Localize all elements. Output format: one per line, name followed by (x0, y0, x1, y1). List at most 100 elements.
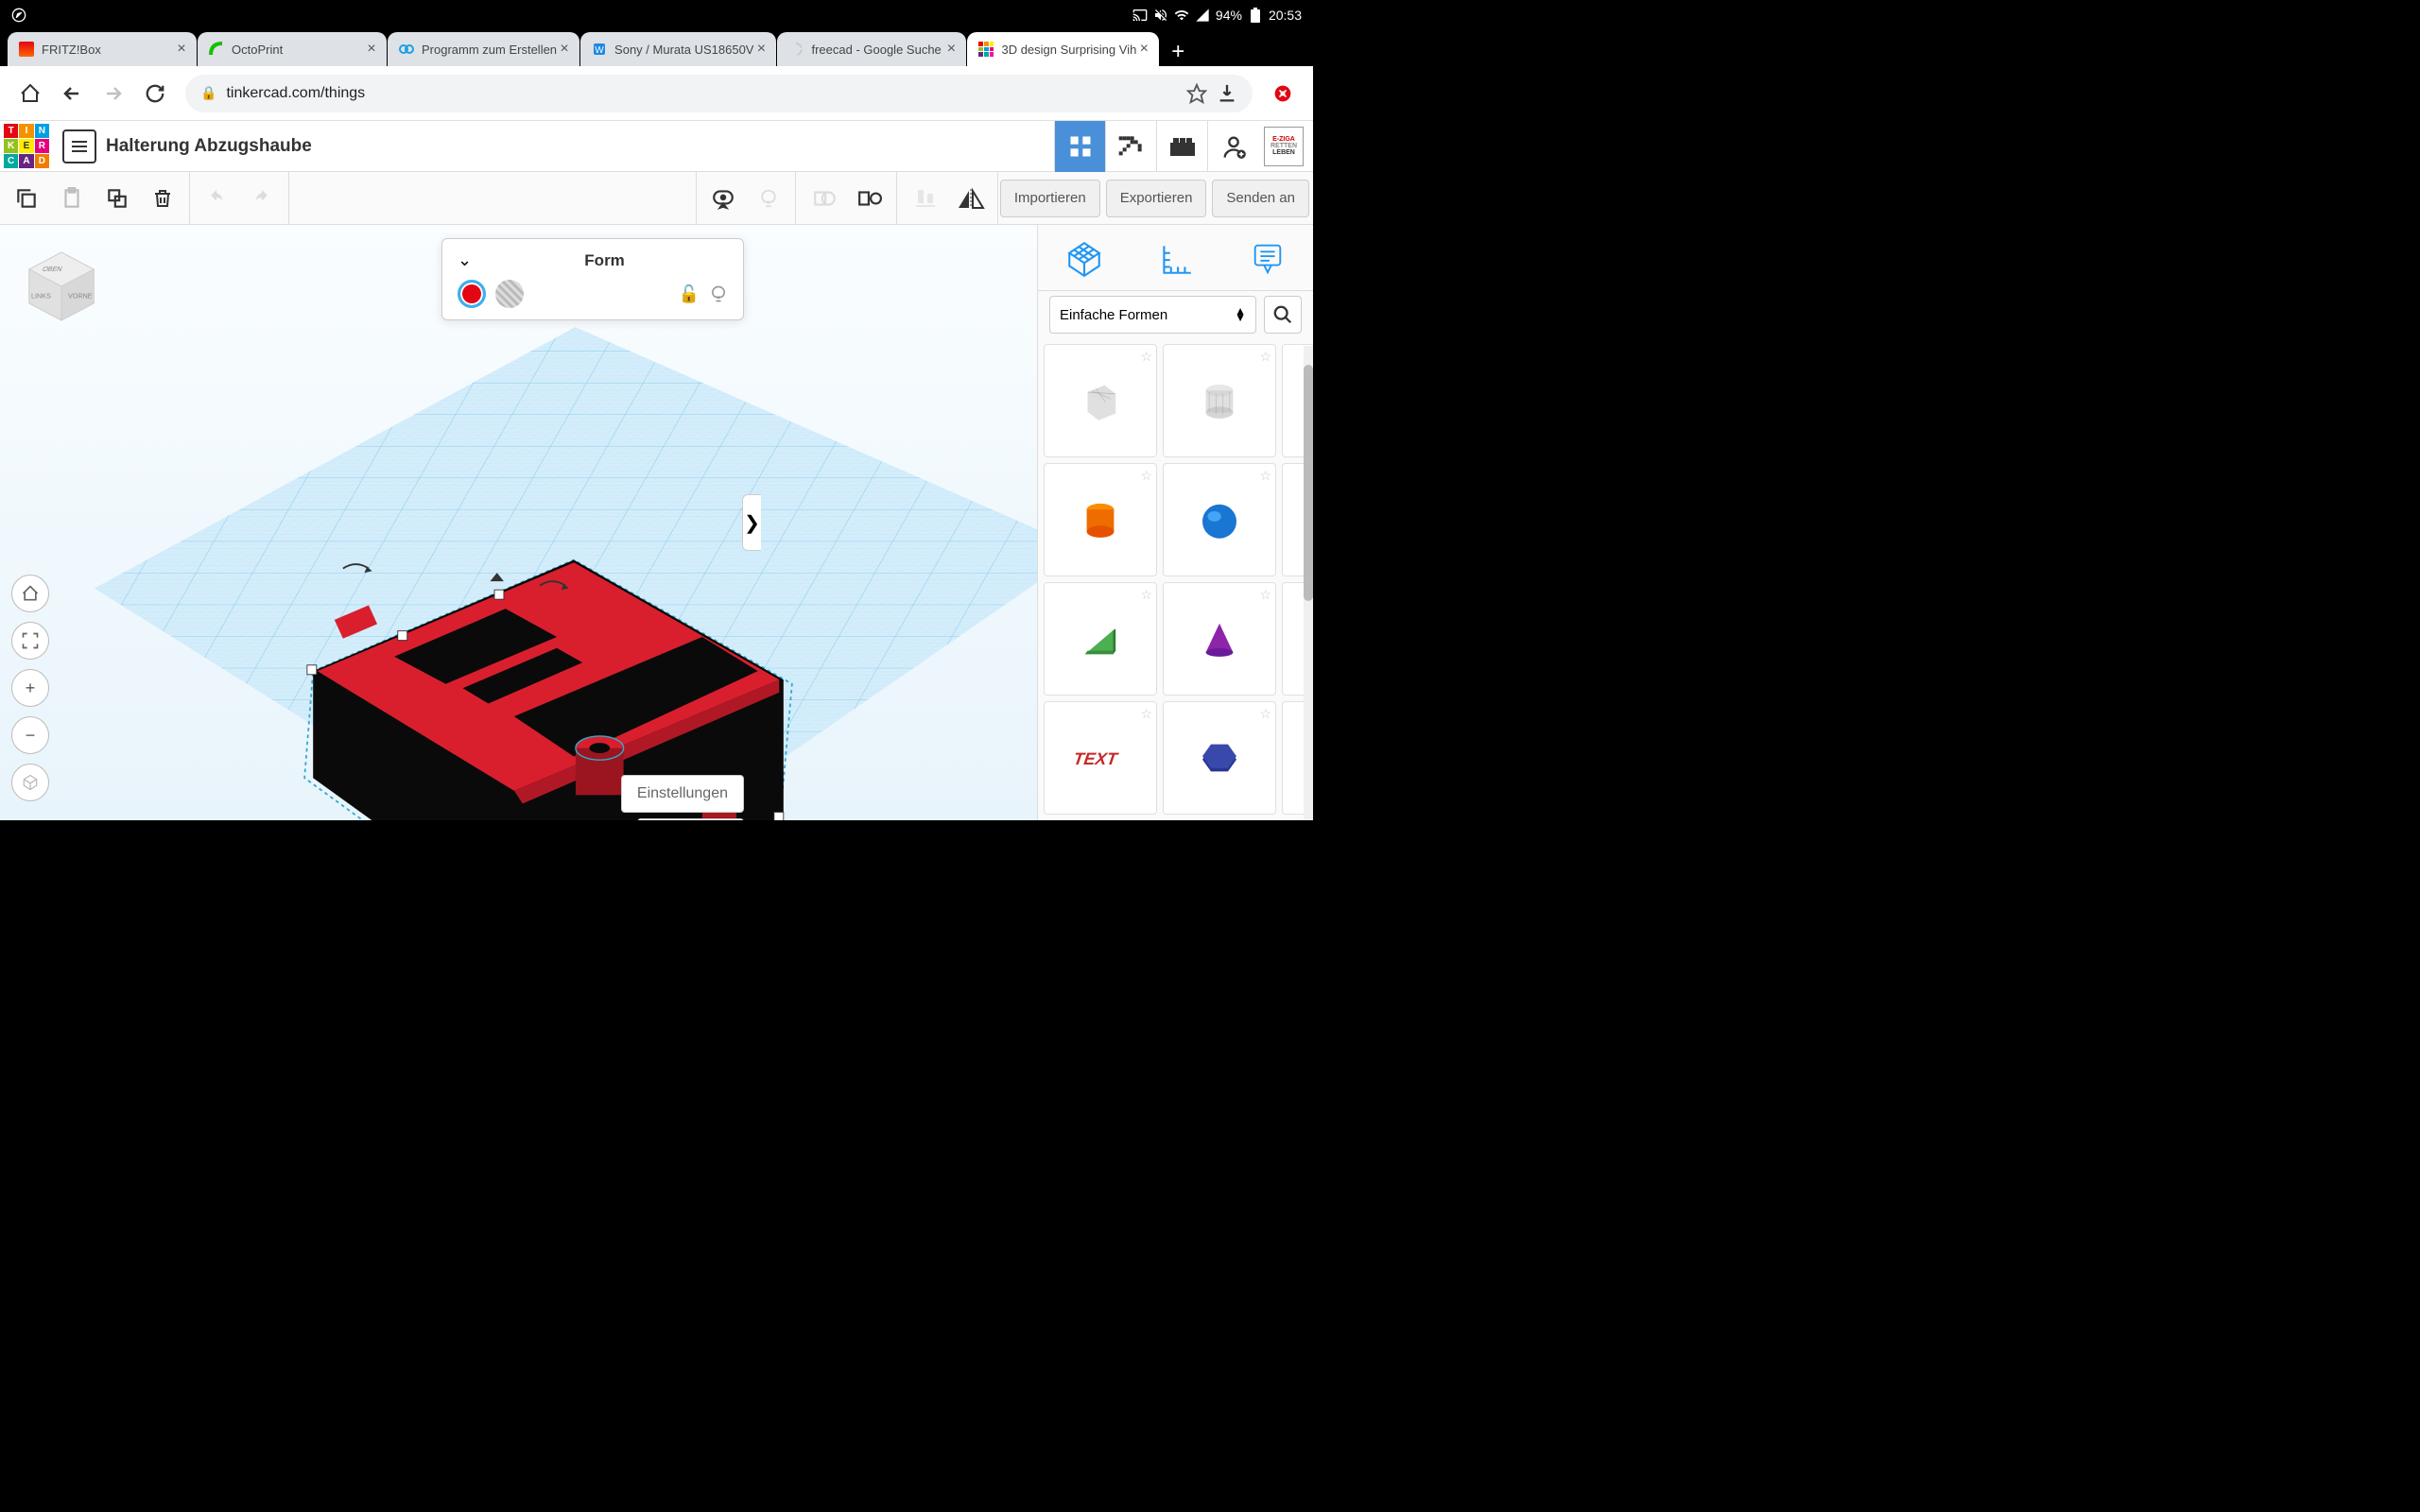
chevron-down-icon[interactable]: ⌄ (458, 250, 472, 270)
star-icon[interactable]: ☆ (1259, 468, 1271, 484)
shape-cone[interactable]: ☆ (1163, 582, 1276, 696)
star-icon[interactable]: ☆ (1140, 587, 1152, 603)
tab-programm[interactable]: Programm zum Erstellen × (388, 32, 579, 66)
extension-icon[interactable] (1264, 75, 1302, 112)
tab-freecad[interactable]: freecad - Google Suche × (777, 32, 966, 66)
bulb-icon[interactable] (709, 284, 728, 304)
view-grid-button[interactable] (1054, 121, 1105, 172)
scrollbar[interactable] (1304, 346, 1313, 820)
search-button[interactable] (1264, 296, 1302, 334)
color-hole-swatch[interactable] (495, 280, 524, 308)
mirror-button[interactable] (948, 176, 994, 221)
tab-octoprint[interactable]: OctoPrint × (198, 32, 387, 66)
back-button[interactable] (53, 75, 91, 112)
copy-button[interactable] (4, 176, 49, 221)
shapes-category-dropdown[interactable]: Einfache Formen ▲▼ (1049, 296, 1256, 334)
shape-cylinder[interactable]: ☆ (1044, 463, 1157, 576)
bulb-button[interactable] (746, 176, 791, 221)
home-view-button[interactable] (11, 575, 49, 612)
shape-box-hole[interactable]: ☆ (1044, 344, 1157, 457)
star-icon[interactable]: ☆ (1140, 349, 1152, 365)
cast-icon (1132, 8, 1148, 23)
viewcube[interactable]: OBEN LINKS VORNE (19, 244, 104, 329)
send-button[interactable]: Senden an (1212, 180, 1309, 217)
delete-button[interactable] (140, 176, 185, 221)
shape-sphere[interactable]: ☆ (1163, 463, 1276, 576)
signal-icon (1195, 8, 1210, 23)
align-button[interactable] (903, 176, 948, 221)
favicon-icon (978, 42, 994, 57)
compass-icon (11, 8, 26, 23)
lock-icon: 🔒 (200, 85, 216, 101)
shape-hexagon[interactable]: ☆ (1163, 701, 1276, 815)
tab-bar: FRITZ!Box × OctoPrint × Programm zum Ers… (0, 30, 1313, 66)
undo-button[interactable] (194, 176, 239, 221)
star-icon[interactable] (1186, 83, 1207, 104)
canvas-3d[interactable]: OBEN LINKS VORNE + − (0, 225, 1037, 820)
form-title: Form (481, 251, 728, 270)
svg-text:LINKS: LINKS (31, 292, 51, 301)
updown-icon: ▲▼ (1235, 308, 1246, 321)
close-icon[interactable]: × (557, 42, 572, 57)
model-3d[interactable] (265, 556, 832, 820)
tab-tinkercad[interactable]: 3D design Surprising Vih × (967, 32, 1159, 66)
notes-tab[interactable] (1244, 234, 1291, 282)
expand-panel-button[interactable]: ❯ (742, 494, 761, 551)
paste-button[interactable] (49, 176, 95, 221)
annotation-button[interactable] (700, 176, 746, 221)
reload-button[interactable] (136, 75, 174, 112)
new-tab-button[interactable]: + (1164, 38, 1192, 66)
shape-text[interactable]: ☆ TEXT (1044, 701, 1157, 815)
star-icon[interactable]: ☆ (1140, 468, 1152, 484)
star-icon[interactable]: ☆ (1259, 587, 1271, 603)
favicon-icon (399, 42, 414, 57)
favicon-icon (209, 42, 224, 57)
star-icon[interactable]: ☆ (1259, 349, 1271, 365)
lock-icon[interactable]: 🔓 (679, 284, 700, 304)
close-icon[interactable]: × (1136, 42, 1151, 57)
project-title[interactable]: Halterung Abzugshaube (106, 136, 312, 157)
document-list-icon[interactable] (62, 129, 96, 163)
lego-button[interactable] (1156, 121, 1207, 172)
tinkercad-logo[interactable]: TIN KER CAD (4, 124, 49, 169)
star-icon[interactable]: ☆ (1259, 706, 1271, 722)
home-button[interactable] (11, 75, 49, 112)
settings-button[interactable]: Einstellungen (621, 775, 744, 813)
favicon-icon (788, 42, 804, 57)
download-icon[interactable] (1217, 83, 1237, 104)
eziga-badge[interactable]: E-ZIGARETTENLEBEN (1264, 127, 1304, 166)
star-icon[interactable]: ☆ (1140, 706, 1152, 722)
url-field[interactable]: 🔒 tinkercad.com/things (185, 75, 1253, 112)
zoom-in-button[interactable]: + (11, 669, 49, 707)
zoom-out-button[interactable]: − (11, 716, 49, 754)
duplicate-button[interactable] (95, 176, 140, 221)
svg-text:OBEN: OBEN (42, 265, 64, 273)
fit-view-button[interactable] (11, 622, 49, 660)
form-panel: ⌄ Form 🔓 (441, 238, 744, 320)
user-button[interactable] (1207, 121, 1258, 172)
import-button[interactable]: Importieren (1000, 180, 1100, 217)
url-text: tinkercad.com/things (226, 85, 1177, 102)
shape-wedge[interactable]: ☆ (1044, 582, 1157, 696)
ruler-tab[interactable] (1152, 234, 1200, 282)
svg-text:TEXT: TEXT (1072, 749, 1120, 768)
tab-sony[interactable]: W Sony / Murata US18650V × (580, 32, 776, 66)
pickaxe-button[interactable] (1105, 121, 1156, 172)
forward-button[interactable] (95, 75, 132, 112)
redo-button[interactable] (239, 176, 285, 221)
grid-snap-dropdown[interactable]: 1,0 mm ⌄ (637, 818, 744, 820)
shape-cylinder-hole[interactable]: ☆ (1163, 344, 1276, 457)
tab-fritzbox[interactable]: FRITZ!Box × (8, 32, 197, 66)
ungroup-button[interactable] (847, 176, 892, 221)
clock: 20:53 (1269, 8, 1302, 23)
close-icon[interactable]: × (943, 42, 959, 57)
close-icon[interactable]: × (753, 42, 769, 57)
export-button[interactable]: Exportieren (1106, 180, 1207, 217)
ortho-button[interactable] (11, 764, 49, 801)
close-icon[interactable]: × (174, 42, 189, 57)
color-solid-swatch[interactable] (458, 280, 486, 308)
group-button[interactable] (802, 176, 847, 221)
shapes-panel: Einfache Formen ▲▼ ☆ ☆ ☆ ☆ ☆ ☆ ☆ ☆ ☆ ☆TE… (1037, 225, 1313, 820)
close-icon[interactable]: × (364, 42, 379, 57)
workplane-tab[interactable] (1061, 234, 1108, 282)
